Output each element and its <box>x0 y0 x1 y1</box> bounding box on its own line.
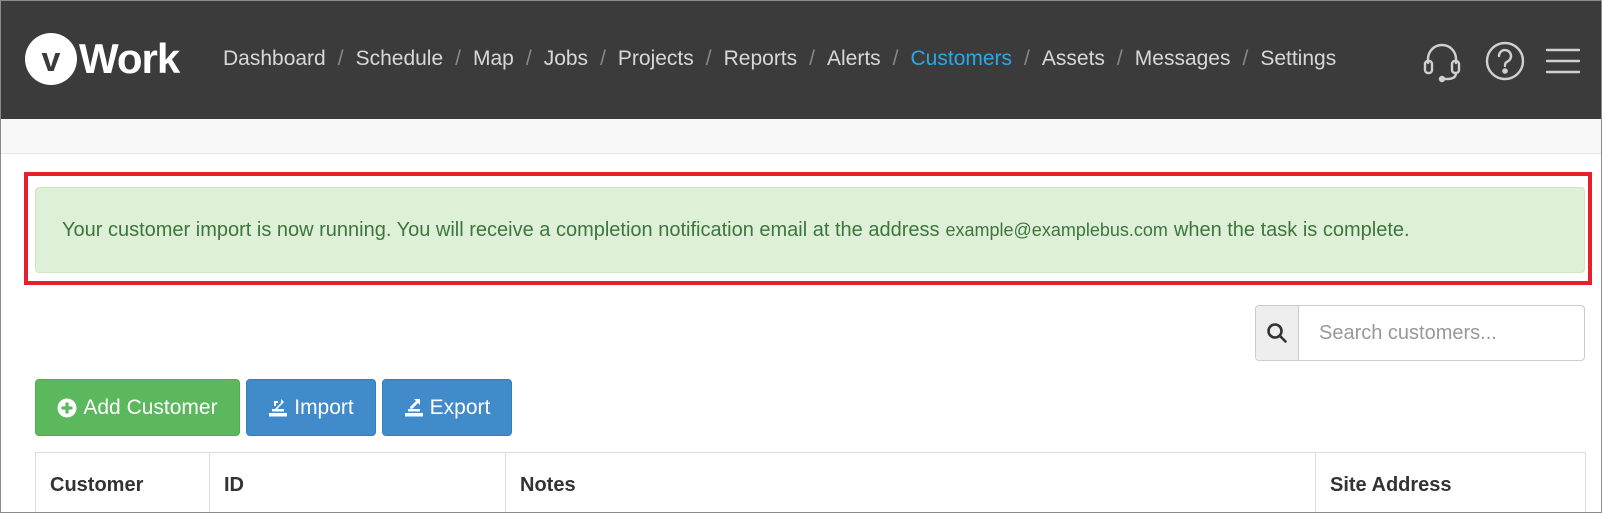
nav-separator: / <box>809 47 815 70</box>
nav-separator: / <box>1242 47 1249 70</box>
column-header-notes[interactable]: Notes <box>506 453 1316 512</box>
import-success-alert: Your customer import is now running. You… <box>35 187 1585 273</box>
export-icon <box>404 398 423 416</box>
alert-email: example@examplebus.com <box>945 219 1168 240</box>
nav-separator: / <box>705 47 712 70</box>
nav-messages[interactable]: Messages <box>1135 47 1231 71</box>
nav-assets[interactable]: Assets <box>1042 47 1105 71</box>
nav-separator: / <box>337 47 344 70</box>
alert-text-before: Your customer import is now running. You… <box>62 218 940 241</box>
nav-separator: / <box>525 47 532 70</box>
export-label: Export <box>429 395 491 419</box>
add-customer-button[interactable]: Add Customer <box>35 379 240 436</box>
import-icon <box>269 398 288 416</box>
nav-projects[interactable]: Projects <box>618 47 694 71</box>
app-frame: v Work Dashboard / Schedule / Map / Jobs… <box>0 0 1602 513</box>
search-icon <box>1267 323 1287 343</box>
search-input[interactable] <box>1299 306 1584 360</box>
column-header-site-address[interactable]: Site Address <box>1316 453 1585 512</box>
import-label: Import <box>294 395 354 419</box>
nav-separator: / <box>455 47 461 70</box>
nav-jobs[interactable]: Jobs <box>544 47 588 71</box>
add-customer-label: Add Customer <box>83 395 218 419</box>
logo-mark-letter: v <box>41 41 61 79</box>
top-navbar: v Work Dashboard / Schedule / Map / Jobs… <box>1 1 1601 119</box>
headset-icon[interactable] <box>1420 39 1464 83</box>
nav-alerts[interactable]: Alerts <box>827 47 881 71</box>
search-button[interactable] <box>1256 306 1299 360</box>
column-header-customer[interactable]: Customer <box>36 453 210 512</box>
nav-map[interactable]: Map <box>473 47 514 71</box>
nav-settings[interactable]: Settings <box>1260 47 1336 71</box>
logo-text: Work <box>79 35 180 82</box>
sub-toolbar <box>1 119 1601 154</box>
alert-text-after: when the task is complete. <box>1173 218 1410 241</box>
customers-table: Customer ID Notes Site Address <box>35 452 1586 512</box>
plus-circle-icon <box>57 398 77 417</box>
search-box <box>1255 305 1585 361</box>
export-button[interactable]: Export <box>382 379 512 436</box>
column-header-id[interactable]: ID <box>210 453 506 512</box>
nav-schedule[interactable]: Schedule <box>356 47 444 71</box>
vwork-logo[interactable]: v Work <box>25 33 180 85</box>
nav-separator: / <box>1116 47 1123 70</box>
logo-mark: v <box>25 33 77 85</box>
import-button[interactable]: Import <box>246 379 376 436</box>
hamburger-menu-icon[interactable] <box>1541 39 1585 83</box>
main-nav: Dashboard / Schedule / Map / Jobs / Proj… <box>223 47 1336 71</box>
nav-separator: / <box>600 47 606 70</box>
nav-reports[interactable]: Reports <box>724 47 798 71</box>
help-icon[interactable] <box>1483 39 1527 83</box>
nav-customers[interactable]: Customers <box>911 47 1013 71</box>
nav-separator: / <box>1024 47 1030 70</box>
nav-dashboard[interactable]: Dashboard <box>223 47 326 71</box>
nav-separator: / <box>892 47 899 70</box>
